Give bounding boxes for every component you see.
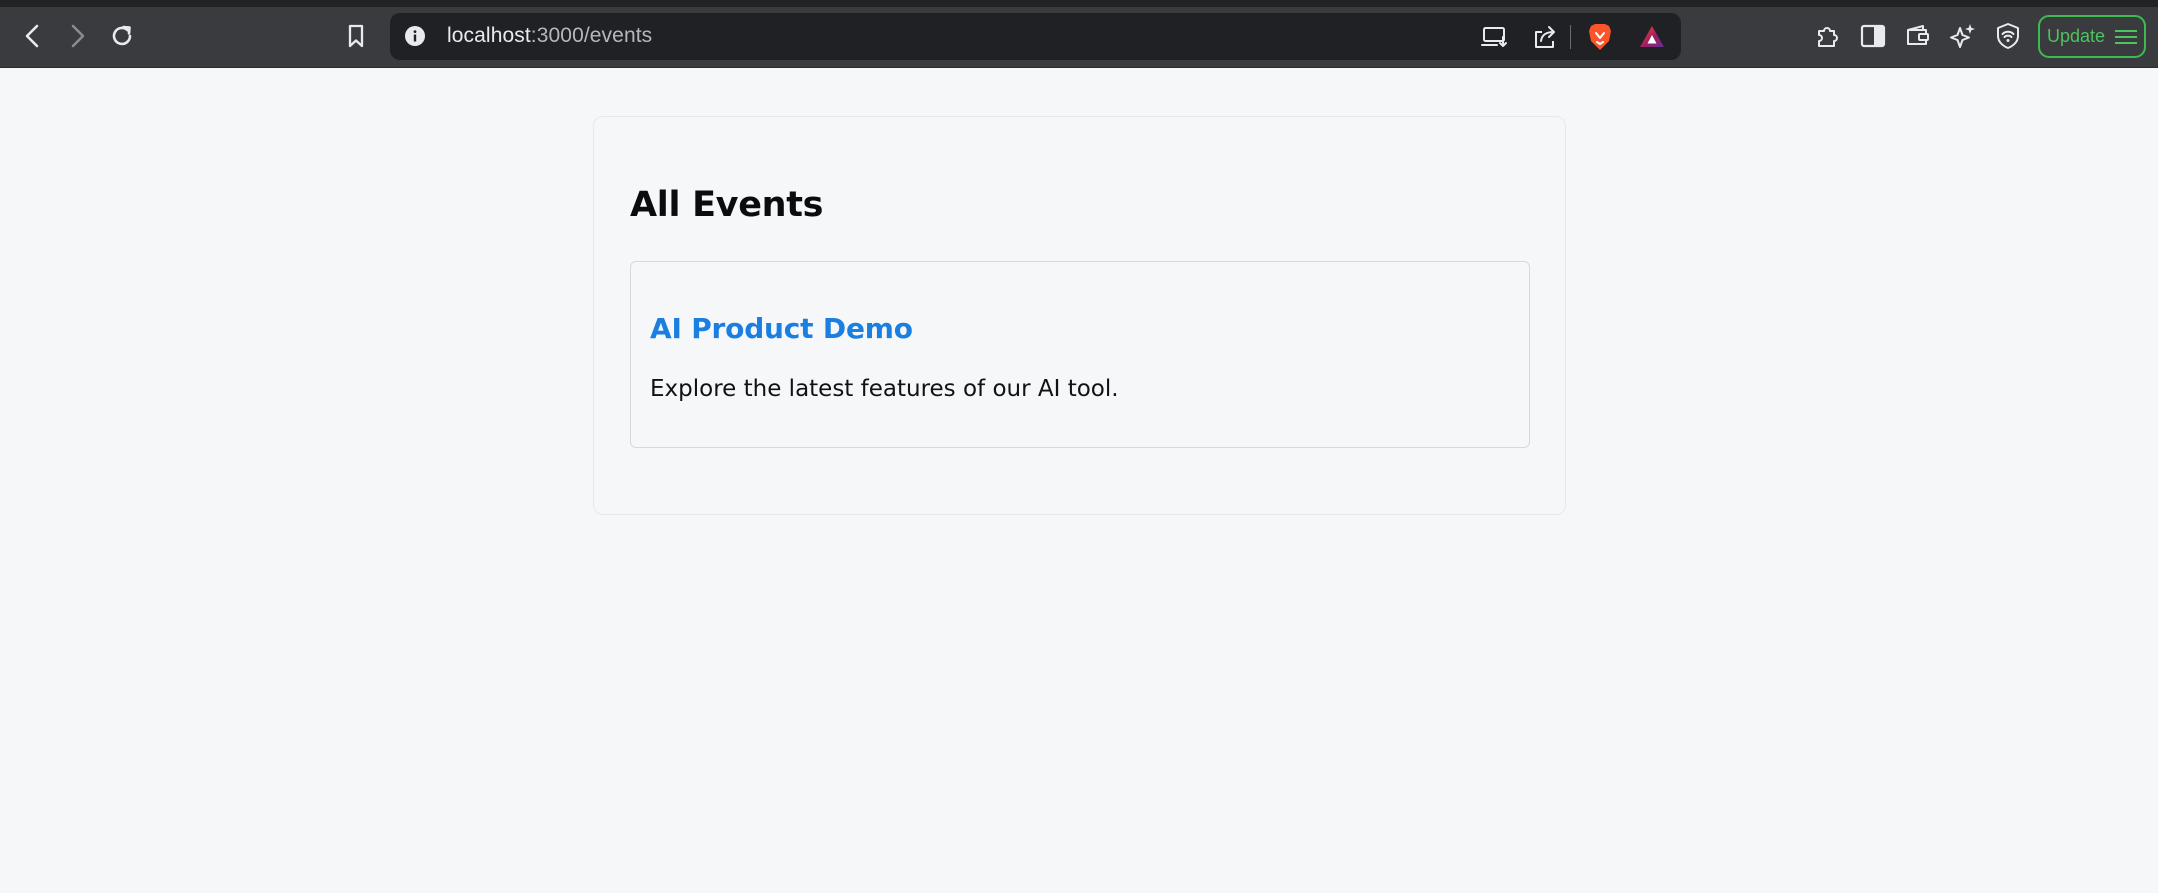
page-title: All Events	[630, 185, 824, 225]
sidebar-button[interactable]	[1853, 16, 1893, 56]
leo-ai-button[interactable]	[1943, 16, 1983, 56]
hamburger-menu-icon	[2115, 29, 2138, 45]
update-menu-button[interactable]: Update	[2038, 15, 2146, 58]
url-path: :3000/events	[530, 24, 653, 47]
info-icon	[405, 26, 425, 46]
events-container: All Events AI Product Demo Explore the l…	[593, 116, 1566, 515]
event-description: Explore the latest features of our AI to…	[650, 376, 1119, 402]
address-bar-divider	[1570, 25, 1571, 49]
share-icon	[1535, 26, 1555, 48]
wallet-icon	[1907, 25, 1929, 45]
browser-toolbar: localhost:3000/events Update	[0, 0, 2158, 68]
forward-button[interactable]	[57, 16, 97, 56]
back-arrow-icon	[25, 24, 39, 48]
address-bar[interactable]: localhost:3000/events	[390, 13, 1681, 60]
event-title-link[interactable]: AI Product Demo	[650, 312, 913, 345]
share-button[interactable]	[1525, 20, 1565, 54]
extensions-button[interactable]	[1808, 16, 1848, 56]
forward-arrow-icon	[71, 24, 85, 48]
bookmark-button[interactable]	[336, 16, 376, 56]
sidebar-icon	[1860, 24, 1886, 48]
wallet-button[interactable]	[1898, 16, 1938, 56]
vpn-button[interactable]	[1988, 16, 2028, 56]
install-app-icon	[1481, 27, 1507, 47]
install-app-button[interactable]	[1475, 20, 1515, 54]
puzzle-icon	[1818, 27, 1838, 47]
reload-icon	[112, 25, 132, 46]
url-host: localhost	[447, 24, 531, 47]
event-card: AI Product Demo Explore the latest featu…	[630, 261, 1530, 448]
bookmark-icon	[348, 24, 364, 48]
site-info-button[interactable]	[400, 21, 430, 51]
brave-rewards-icon	[1640, 26, 1664, 47]
brave-rewards-button[interactable]	[1632, 20, 1672, 54]
reload-button[interactable]	[102, 16, 142, 56]
brave-lion-icon	[1589, 24, 1611, 50]
url-text[interactable]: localhost:3000/events	[447, 24, 652, 48]
brave-shields-button[interactable]	[1580, 20, 1620, 54]
update-label: Update	[2046, 26, 2106, 46]
back-button[interactable]	[13, 16, 53, 56]
leo-sparkle-icon	[1950, 24, 1975, 48]
vpn-shield-icon	[1997, 23, 2019, 49]
